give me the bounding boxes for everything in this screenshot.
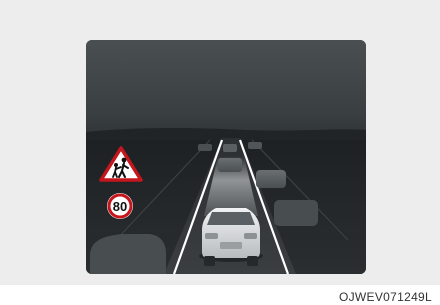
page: 80 OJWEV071249L (0, 0, 440, 305)
right-lane-vehicle-far (248, 142, 262, 149)
illustration-panel: 80 (0, 0, 440, 285)
speed-limit-sign-icon: 80 (107, 193, 133, 219)
cluster-display: 80 (86, 40, 366, 274)
driving-scene: 80 (86, 40, 366, 274)
speed-limit-value: 80 (113, 199, 127, 214)
right-lane-vehicle-mid (256, 170, 286, 188)
figure-code: OJWEV071249L (339, 290, 432, 304)
ego-vehicle-icon (199, 208, 263, 266)
distant-vehicle (223, 144, 237, 152)
left-lane-vehicle-near (90, 234, 166, 274)
left-lane-vehicle-far (198, 144, 212, 151)
right-lane-vehicle-near (274, 200, 318, 226)
sky (86, 40, 366, 140)
lead-vehicle (218, 158, 242, 172)
